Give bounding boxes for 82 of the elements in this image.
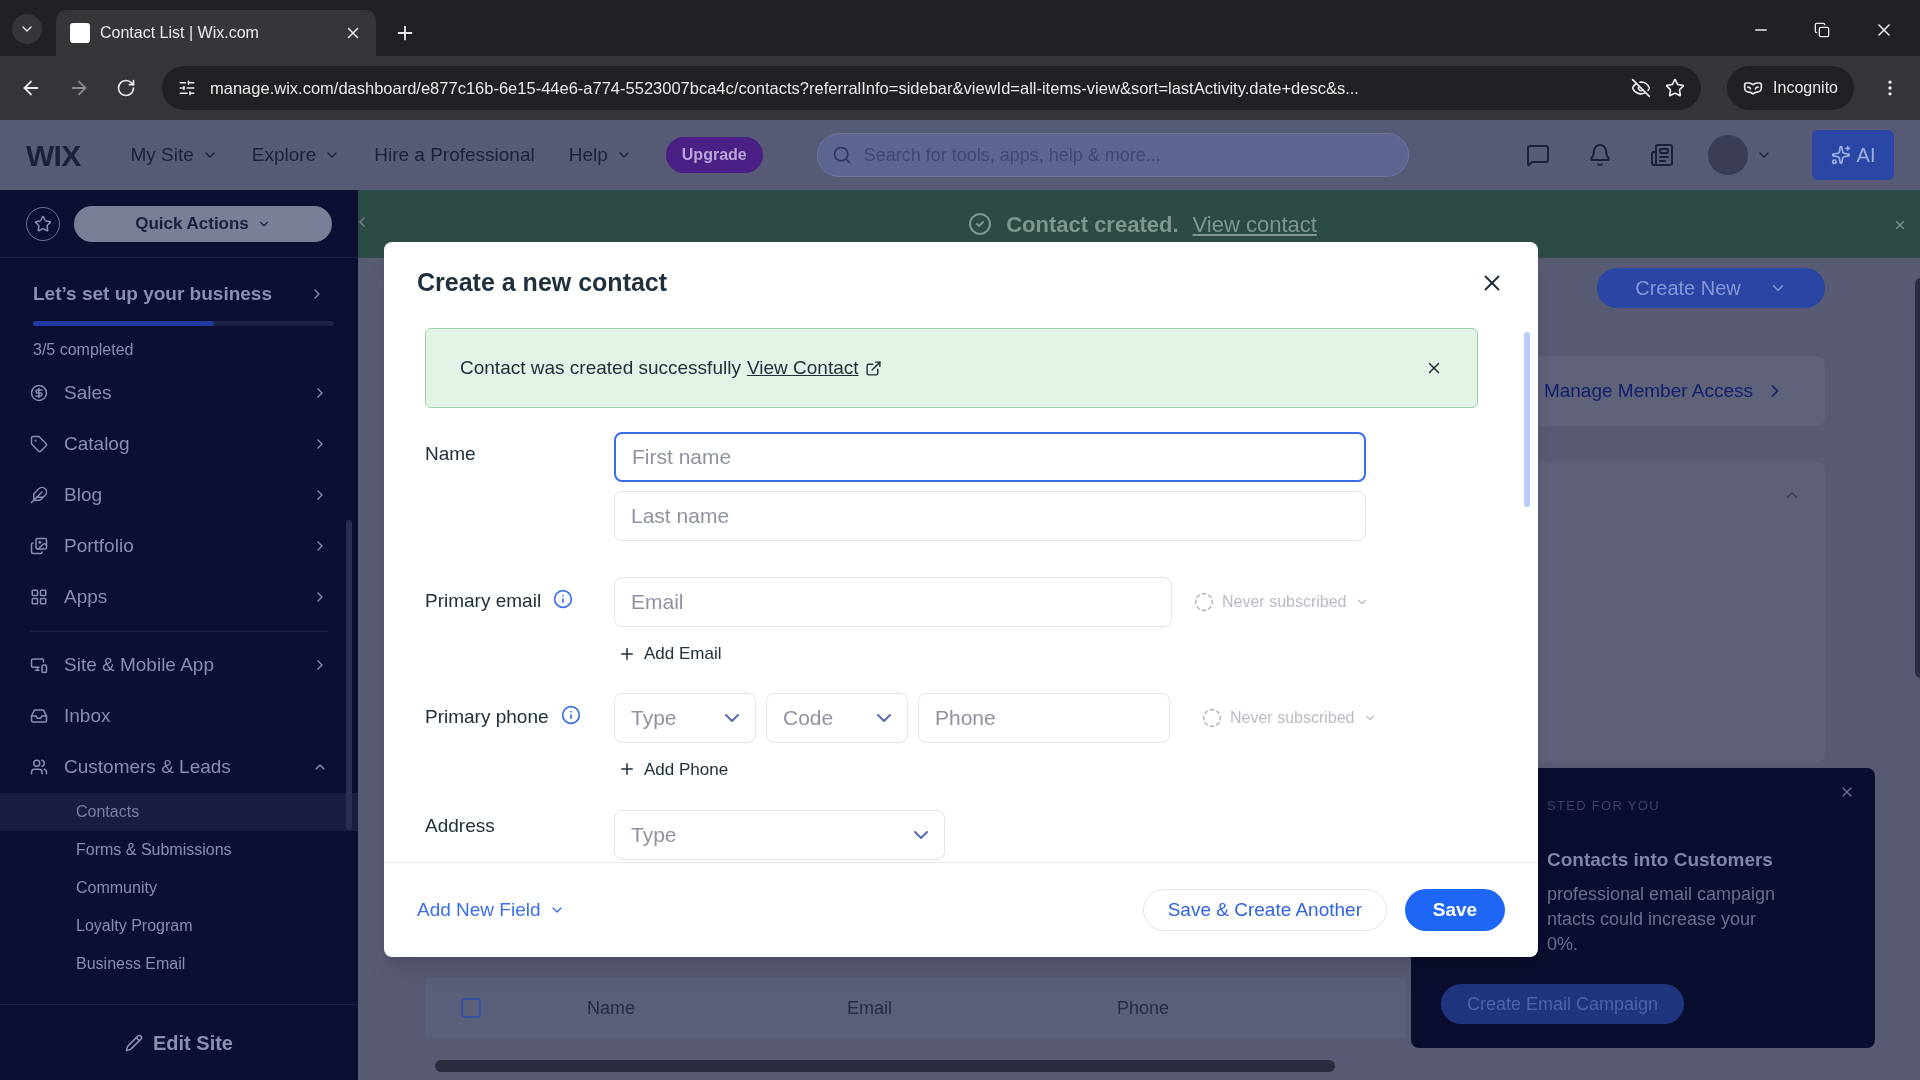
chevron-down-icon — [914, 831, 928, 839]
input-field[interactable]: Email — [614, 577, 1172, 627]
feather-icon — [30, 486, 48, 504]
check-circle-icon — [968, 212, 993, 236]
chevron-down-icon — [877, 713, 891, 722]
wix-logo: WIX — [26, 137, 81, 174]
input-field[interactable]: Phone — [918, 692, 1170, 743]
setup-title: Let’s set up your business — [33, 282, 272, 306]
sidebar-item[interactable]: Catalog — [0, 418, 358, 470]
sidebar-item[interactable]: Inbox — [0, 690, 358, 742]
address-bar[interactable]: manage.wix.com/dashboard/e877c16b-6e15-44e6-a774-5523007bca4c/contacts?referralInfo=sidebar&viewId=all-items-view&sort=lastActivity.date+desc&s... — [162, 66, 1702, 110]
dollar-icon — [30, 384, 48, 402]
close-toast-icon[interactable] — [1893, 218, 1907, 232]
add-phone-button[interactable]: Add Phone — [618, 756, 729, 782]
external-link-icon[interactable] — [864, 359, 882, 377]
checkbox[interactable] — [461, 998, 481, 1018]
add-new-field-button[interactable]: Add New Field — [417, 895, 565, 925]
ai-button[interactable]: AI — [1812, 130, 1894, 180]
view-contact-link[interactable]: View contact — [1192, 207, 1317, 241]
dialog-title: Create a new contact — [417, 267, 668, 299]
promo-eyebrow: STED FOR YOU — [1547, 797, 1661, 815]
dashed-circle-icon — [1194, 592, 1214, 612]
input-field[interactable]: Last name — [614, 491, 1366, 541]
toast-text: Contact created. — [1006, 210, 1179, 239]
bookmark-icon[interactable] — [1665, 78, 1686, 98]
sparkles-icon — [1830, 145, 1851, 165]
devices-icon — [30, 656, 48, 674]
star-icon — [34, 214, 52, 233]
notifications-icon[interactable] — [1588, 143, 1612, 167]
sidebar-item[interactable]: Sales — [0, 367, 358, 419]
promo-text: professional email campaign ntacts could increase your 0%. — [1547, 883, 1777, 956]
browser-tab[interactable]: Contact List | Wix.com — [56, 10, 376, 56]
create-new-button[interactable]: Create New — [1597, 268, 1825, 308]
avatar — [1708, 135, 1748, 175]
dashed-circle-icon — [1202, 707, 1222, 728]
field-label: Primary phone — [425, 704, 549, 729]
people-icon — [30, 758, 48, 776]
search-icon — [831, 145, 852, 165]
chat-icon[interactable] — [1526, 143, 1550, 167]
edit-site-button[interactable]: Edit Site — [125, 1027, 233, 1058]
info-icon[interactable] — [553, 589, 574, 609]
reload-icon[interactable] — [116, 78, 136, 98]
setup-progress-text: 3/5 completed — [33, 339, 135, 360]
chevron-down-icon — [725, 713, 739, 722]
pencil-icon — [125, 1033, 143, 1052]
sidebar-item[interactable]: Apps — [0, 571, 358, 623]
quick-actions-button[interactable]: Quick Actions — [74, 205, 332, 242]
profile-label: Incognito — [1773, 78, 1838, 98]
favicon-icon — [70, 23, 90, 43]
info-icon[interactable] — [560, 704, 581, 725]
tag-icon — [30, 435, 48, 453]
sidebar-subitem[interactable]: Forms & Submissions — [0, 830, 358, 869]
sidebar-subitem[interactable]: Business Email — [0, 944, 358, 983]
field-label: Address — [425, 814, 496, 838]
sidebar-item[interactable]: Portfolio — [0, 520, 358, 572]
add-email-button[interactable]: Add Email — [618, 641, 722, 667]
dropdown-field[interactable]: Type — [614, 810, 945, 860]
restore-icon[interactable] — [1814, 22, 1830, 38]
sidebar-item[interactable]: Blog — [0, 469, 358, 521]
dropdown-field[interactable]: Code — [766, 692, 908, 743]
sidebar-subitem[interactable]: Community — [0, 868, 358, 907]
sidebar-subitem[interactable]: Contacts — [0, 792, 358, 831]
view-contact-link[interactable]: View Contact — [746, 353, 859, 383]
tab-list-button[interactable] — [12, 14, 42, 44]
field-label: Name — [425, 442, 477, 466]
sidebar-item[interactable]: Site & Mobile App — [0, 639, 358, 691]
incognito-badge[interactable]: Incognito — [1727, 66, 1854, 110]
dropdown-field[interactable]: Type — [614, 692, 756, 743]
site-info-icon[interactable] — [178, 79, 196, 97]
news-icon[interactable] — [1650, 143, 1674, 167]
inbox-icon — [30, 707, 48, 725]
save-button[interactable]: Save — [1405, 889, 1505, 931]
sidebar-item[interactable]: Customers & Leads — [0, 741, 358, 793]
field-label: Primary email — [425, 589, 542, 613]
upgrade-button[interactable]: Upgrade — [665, 137, 763, 173]
grid-icon — [30, 588, 48, 606]
images-icon — [30, 537, 48, 555]
promo-title: Contacts into Customers — [1547, 847, 1774, 872]
eye-off-icon[interactable] — [1631, 78, 1652, 98]
input-field[interactable]: First name — [614, 432, 1366, 482]
alert-text: Contact was created successfully — [460, 355, 741, 380]
sidebar-subitem[interactable]: Loyalty Program — [0, 906, 358, 945]
